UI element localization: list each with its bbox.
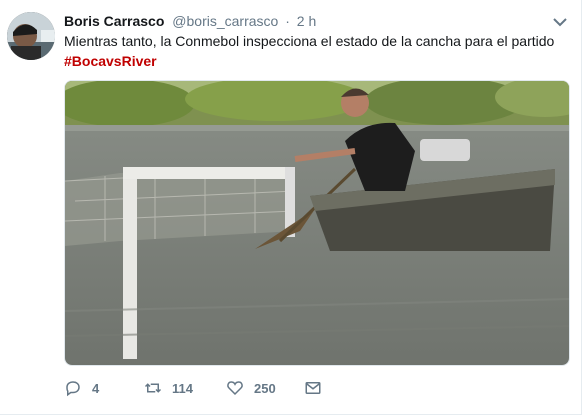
tweet-text: Mientras tanto, la Conmebol inspecciona … bbox=[64, 31, 574, 71]
tweet-header: Boris Carrasco @boris_carrasco · 2 h bbox=[64, 11, 561, 31]
direct-message-icon bbox=[305, 382, 321, 394]
reply-button[interactable]: 4 bbox=[64, 376, 99, 400]
retweet-icon bbox=[144, 383, 162, 393]
like-count: 250 bbox=[254, 380, 276, 396]
retweet-button[interactable]: 114 bbox=[144, 376, 193, 400]
author-handle[interactable]: @boris_carrasco bbox=[172, 13, 278, 29]
separator-dot: · bbox=[285, 13, 290, 29]
author-name[interactable]: Boris Carrasco bbox=[64, 13, 164, 29]
flooded-goal-photo bbox=[65, 81, 569, 365]
direct-message-button[interactable] bbox=[304, 376, 322, 400]
reply-icon bbox=[66, 381, 80, 397]
tweet-timestamp[interactable]: 2 h bbox=[297, 13, 316, 29]
retweet-count: 114 bbox=[172, 380, 193, 396]
reply-count: 4 bbox=[92, 380, 100, 396]
tweet-card[interactable]: Boris Carrasco @boris_carrasco · 2 h Mie… bbox=[0, 0, 582, 415]
like-button[interactable]: 250 bbox=[226, 376, 276, 400]
hashtag-link[interactable]: #BocavsRiver bbox=[64, 51, 574, 71]
tweet-body: Mientras tanto, la Conmebol inspecciona … bbox=[64, 33, 555, 49]
avatar-photo bbox=[7, 12, 55, 60]
heart-icon bbox=[227, 381, 243, 396]
tweet-media-image[interactable] bbox=[64, 80, 570, 366]
chevron-down-icon[interactable] bbox=[553, 14, 567, 27]
avatar[interactable] bbox=[7, 12, 55, 60]
